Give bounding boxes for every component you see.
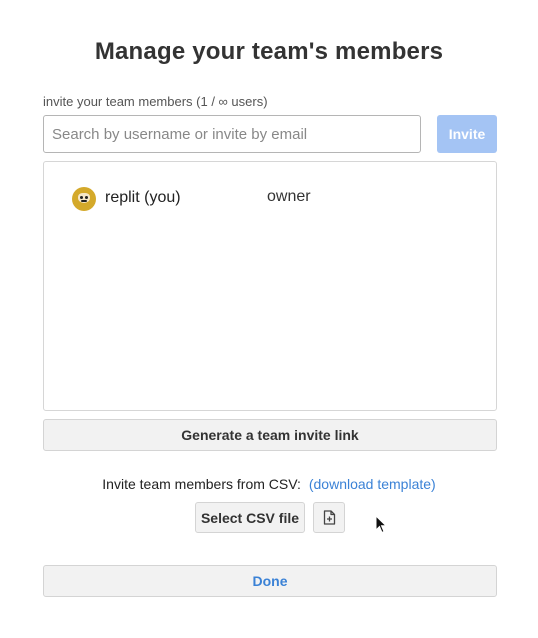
search-input[interactable] <box>43 115 421 153</box>
member-role: owner <box>267 188 311 205</box>
csv-invite-text: Invite team members from CSV: <box>102 476 301 492</box>
replit-avatar-icon <box>72 187 96 211</box>
dialog-title: Manage your team's members <box>94 38 444 65</box>
mouse-cursor-icon <box>375 515 387 534</box>
done-button[interactable]: Done <box>43 565 497 597</box>
file-plus-icon <box>323 510 336 525</box>
member-row: replit (you) owner <box>72 186 472 212</box>
generate-invite-link-button[interactable]: Generate a team invite link <box>43 419 497 451</box>
members-list: replit (you) owner <box>43 161 497 411</box>
download-template-link[interactable]: (download template) <box>309 476 436 492</box>
file-plus-button[interactable] <box>313 502 345 533</box>
csv-invite-line: Invite team members from CSV: (download … <box>0 476 538 492</box>
invite-button[interactable]: Invite <box>437 115 497 153</box>
select-csv-button[interactable]: Select CSV file <box>195 502 305 533</box>
member-name: replit (you) <box>105 189 181 206</box>
invite-label: invite your team members (1 / ∞ users) <box>43 94 268 109</box>
